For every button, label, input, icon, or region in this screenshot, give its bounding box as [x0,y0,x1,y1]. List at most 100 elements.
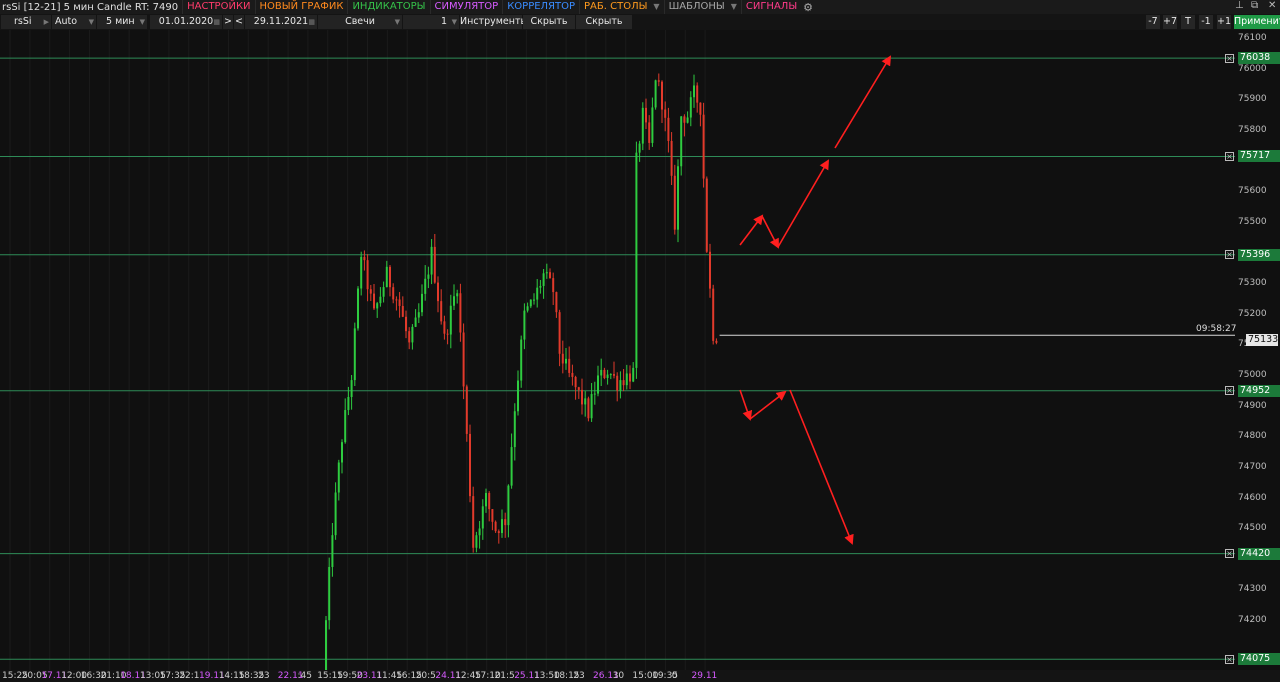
x-tick-label: 0 [671,671,678,681]
candle-body [677,166,679,230]
plus1-button[interactable]: +1 [1217,15,1231,29]
candle-body [366,260,369,290]
scale-value: Auto [55,16,78,27]
y-tick-label: 74500 [1238,523,1267,534]
next-button[interactable]: > [223,15,233,29]
level-price-label: 75396 [1238,248,1280,261]
menu-workspaces[interactable]: РАБ. СТОЛЫ ▼ [579,0,664,14]
menu-correlator[interactable]: КОРРЕЛЯТОР [502,0,579,14]
restore-icon[interactable]: ⧉ [1251,0,1258,11]
chevron-down-icon: ▼ [139,18,145,26]
pin-icon[interactable]: ⊥ [1235,0,1244,11]
candle-body [533,299,535,301]
chart-type-select[interactable]: Свечи ▼ [318,15,402,29]
candle-body [568,358,571,373]
candle-body [475,535,478,548]
chart-background [0,30,1280,670]
candle-body [334,492,337,536]
menu-signals[interactable]: СИГНАЛЫ [740,0,801,14]
candle-body [705,178,708,252]
candle-body [373,293,375,309]
candle-body [529,299,532,307]
candle-body [449,305,452,335]
candle-body [581,389,583,405]
apply-button[interactable]: Применить [1234,15,1280,29]
candle-body [712,288,715,341]
chevron-down-icon: ▼ [451,18,457,26]
candle-body [424,278,427,294]
x-tick-label: 30 [612,671,625,681]
chevron-down-icon: ▼ [88,18,94,26]
hide-lines-button[interactable]: Скрыть линии [576,15,632,41]
today-button[interactable]: T [1181,15,1195,29]
candle-body [421,293,423,313]
candle-body [341,442,343,463]
candle-body [590,394,593,419]
candle-body [456,293,459,297]
x-axis: 15:25 20:05 17.11 12:00 16:30 21:10 18.11 13:05… [0,670,1280,682]
date-from-value: 01.01.2020 [158,16,214,27]
candle-body [328,566,331,621]
candle-body [382,287,385,297]
y-tick-label: 74700 [1238,461,1267,472]
instruments-button[interactable]: Инструменты [460,15,528,29]
candle-body [465,386,468,434]
candle-body [606,374,609,379]
chart-toolbar: rsSi ▶ Auto ▼ 5 мин ▼ 01.01.2020 ▦ > < 29.11… [0,14,1280,41]
candle-body [715,340,718,343]
remove-level-icon[interactable]: × [1225,549,1234,559]
scale-select[interactable]: Auto ▼ [52,15,96,29]
price-chart[interactable] [0,30,1280,670]
close-icon[interactable]: ✕ [1268,0,1276,11]
y-tick-label: 74300 [1238,584,1267,595]
level-price-label: 76038 [1238,52,1280,65]
candle-body [453,296,455,306]
date-to-field[interactable]: 29.11.2021 ▦ [245,15,317,29]
prev-button[interactable]: < [234,15,244,29]
remove-level-icon[interactable]: × [1225,53,1234,63]
candle-body [699,102,702,115]
remove-level-icon[interactable]: × [1225,654,1234,664]
minus7-button[interactable]: -7 [1146,15,1160,29]
chevron-down-icon: ▼ [394,18,400,26]
candle-body [379,296,382,304]
candle-body [661,81,663,110]
gear-icon[interactable]: ⚙ [803,1,813,14]
y-tick-label: 75600 [1238,186,1267,197]
candle-body [478,528,481,536]
candle-body [376,303,379,309]
y-tick-label: 75200 [1238,308,1267,319]
candle-body [625,373,628,386]
calendar-icon[interactable]: ▦ [213,15,220,29]
menu-indicators[interactable]: ИНДИКАТОРЫ [347,0,429,14]
calendar-icon[interactable]: ▦ [308,15,315,29]
menu-new-chart[interactable]: НОВЫЙ ГРАФИК [254,0,348,14]
y-tick-label: 76000 [1238,63,1267,74]
remove-level-icon[interactable]: × [1225,151,1234,161]
menu-simulator[interactable]: СИМУЛЯТОР [429,0,503,14]
menu-settings[interactable]: НАСТРОЙКИ [182,0,254,14]
candle-body [523,310,526,340]
candle-body [664,109,667,118]
window-title: rsSi [12-21] 5 мин Candle RT: 7490 [2,1,179,13]
plus7-button[interactable]: +7 [1163,15,1177,29]
candle-body [629,373,631,382]
x-tick-label: 22:1 [179,671,200,681]
x-tick-label: 23 [258,671,270,681]
candle-body [593,393,596,395]
candle-body [497,531,500,534]
date-from-field[interactable]: 01.01.2020 ▦ [150,15,222,29]
remove-level-icon[interactable]: × [1225,250,1234,260]
candle-body [501,519,503,534]
minus1-button[interactable]: -1 [1199,15,1213,29]
count-field[interactable]: 1 ▼ [403,15,459,29]
hide-drawing-button[interactable]: Скрыть рис. [523,15,575,41]
y-tick-label: 74600 [1238,492,1267,503]
remove-level-icon[interactable]: × [1225,386,1234,396]
candle-body [369,289,372,294]
timeframe-select[interactable]: 5 мин ▼ [97,15,147,29]
menu-templates[interactable]: ШАБЛОНЫ ▼ [663,0,741,14]
candle-body [603,369,606,379]
candle-body [597,375,599,394]
symbol-select[interactable]: rsSi ▶ [1,15,51,29]
